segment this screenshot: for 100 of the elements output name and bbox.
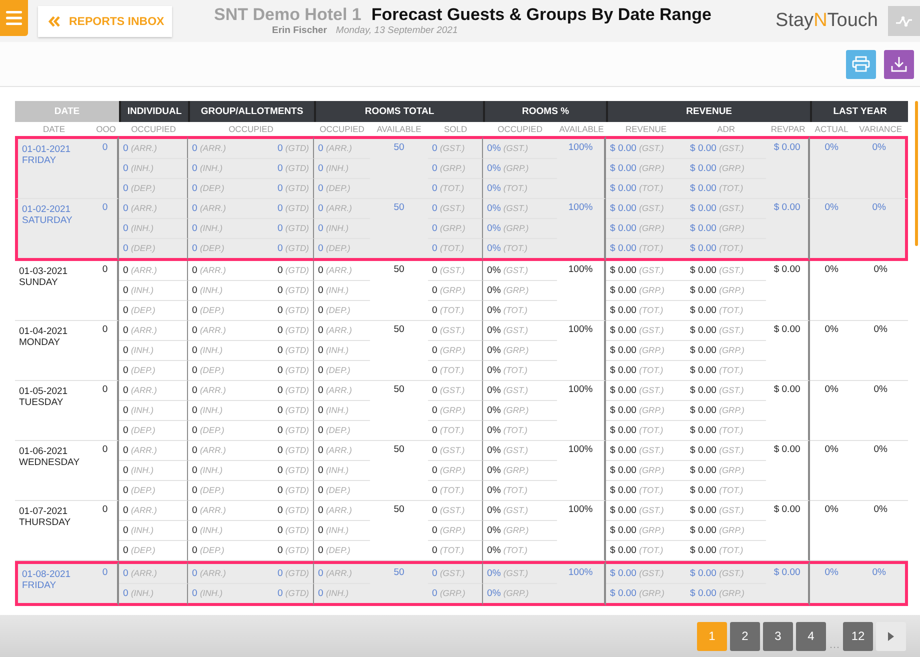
date-link[interactable]: 01-03-2021: [19, 266, 89, 277]
table-cell: 0 (GTD): [251, 461, 314, 481]
table-cell: $ 0.00 (GRP.): [606, 219, 686, 239]
print-button[interactable]: [846, 50, 876, 78]
table-cell: 0 (INH.): [314, 219, 370, 239]
table-cell: 0 (ARR.): [314, 561, 370, 584]
report-title: Forecast Guests & Groups By Date Range: [371, 5, 712, 25]
activity-button[interactable]: [888, 6, 920, 36]
table-cell: $ 0.00: [766, 261, 810, 321]
table-cell: 100%: [557, 441, 606, 501]
table-cell: 100%: [557, 321, 606, 381]
date-link[interactable]: 01-05-2021: [19, 386, 89, 397]
table-cell: 0: [93, 261, 119, 321]
page-button[interactable]: 2: [730, 622, 760, 650]
page-button[interactable]: 4: [796, 622, 826, 650]
table-cell: 50: [370, 561, 428, 606]
table-cell: $ 0.00 (GST.): [606, 199, 686, 219]
column-group-header: LAST YEAR: [810, 101, 908, 122]
table-cell: 0 (TOT.): [428, 239, 484, 261]
caret-icon: [888, 632, 894, 640]
table-cell: 100%: [557, 199, 606, 261]
table-cell: 0: [93, 501, 119, 561]
menu-button[interactable]: [0, 0, 28, 36]
next-page-button[interactable]: [876, 622, 906, 650]
table-cell: 0 (ARR.): [119, 321, 188, 341]
table-cell: 0 (GTD): [251, 481, 314, 501]
date-link[interactable]: 01-02-2021: [22, 204, 89, 215]
table-cell: 0 (GTD): [251, 541, 314, 561]
download-button[interactable]: [884, 50, 914, 78]
table-cell: $ 0.00 (GST.): [686, 561, 766, 584]
table-cell: 0 (TOT.): [428, 421, 484, 441]
table-cell: 0: [93, 441, 119, 501]
table-cell: $ 0.00 (GST.): [606, 136, 686, 159]
table-cell: 0 (ARR.): [119, 199, 188, 219]
table-cell: 0 (ARR.): [119, 381, 188, 401]
table-cell: 0 (INH.): [188, 159, 251, 179]
table-cell: 100%: [557, 561, 606, 606]
table-cell: 0 (INH.): [314, 159, 370, 179]
table-cell: 0 (GTD): [251, 501, 314, 521]
page-button[interactable]: 12: [843, 622, 873, 650]
table-cell: 0 (GTD): [251, 401, 314, 421]
table-cell: $ 0.00 (TOT.): [606, 179, 686, 199]
table-cell: 0 (GTD): [251, 321, 314, 341]
table-cell: 0 (DEP.): [188, 179, 251, 199]
table-cell: 0 (ARR.): [119, 261, 188, 281]
table-cell: $ 0.00 (GRP.): [686, 219, 766, 239]
table-cell: 0 (ARR.): [119, 501, 188, 521]
scrollbar[interactable]: [915, 101, 918, 246]
table-cell: 0 (INH.): [119, 401, 188, 421]
table-cell: 0 (DEP.): [119, 421, 188, 441]
table-cell: 0 (GST.): [428, 321, 484, 341]
table-cell: 0 (INH.): [119, 159, 188, 179]
table-cell: 0 (INH.): [119, 461, 188, 481]
table-cell: $ 0.00: [766, 381, 810, 441]
table-cell: 0 (GST.): [428, 199, 484, 219]
table-cell: 0 (DEP.): [119, 301, 188, 321]
hotel-name: SNT Demo Hotel 1: [214, 5, 362, 25]
table-cell: 0% (GRP.): [483, 219, 558, 239]
table-cell: 0 (GST.): [428, 501, 484, 521]
table-cell: 0%: [810, 136, 854, 199]
table-cell: 0 (GRP.): [428, 341, 484, 361]
table-cell: $ 0.00: [766, 561, 810, 606]
table-cell: 100%: [557, 501, 606, 561]
table-cell: 0 (GTD): [251, 261, 314, 281]
table-cell: 0: [93, 199, 119, 261]
date-link[interactable]: 01-06-2021: [19, 446, 89, 457]
table-cell: 0 (GTD): [251, 239, 314, 261]
page-button[interactable]: 3: [763, 622, 793, 650]
download-icon: [891, 56, 907, 72]
table-cell: 0 (INH.): [188, 219, 251, 239]
table-cell: 0: [93, 136, 119, 199]
table-cell: 0 (INH.): [119, 584, 188, 606]
weekday: WEDNESDAY: [19, 457, 81, 468]
date-link[interactable]: 01-04-2021: [19, 326, 89, 337]
table-cell: 0 (INH.): [188, 584, 251, 606]
date-link[interactable]: 01-08-2021: [22, 569, 89, 580]
table-cell: 0 (ARR.): [314, 136, 370, 159]
table-cell: 0 (GTD): [251, 136, 314, 159]
table-cell: $ 0.00 (GRP.): [606, 159, 686, 179]
table-cell: 0 (GST.): [428, 561, 484, 584]
table-cell: 0 (ARR.): [188, 561, 251, 584]
business-date: Monday, 13 September 2021: [336, 25, 458, 36]
column-group-header: GROUP/ALLOTMENTS: [188, 101, 314, 122]
table-cell: 0 (DEP.): [119, 361, 188, 381]
table-cell: 0% (TOT.): [483, 179, 558, 199]
table-cell: 0 (DEP.): [119, 179, 188, 199]
table-cell: $ 0.00 (TOT.): [606, 239, 686, 261]
table-cell: 50: [370, 199, 428, 261]
column-group-header: DATE: [15, 101, 119, 122]
table-cell: 0 (GTD): [251, 219, 314, 239]
logo: StayNTouch: [776, 10, 878, 32]
table-cell: 0 (ARR.): [119, 136, 188, 159]
date-link[interactable]: 01-07-2021: [19, 506, 89, 517]
table-cell: 50: [370, 136, 428, 199]
weekday: TUESDAY: [19, 397, 64, 408]
column-group-header: ROOMS TOTAL: [314, 101, 484, 122]
date-link[interactable]: 01-01-2021: [22, 144, 89, 155]
table-cell: 0 (TOT.): [428, 179, 484, 199]
table-cell: 0 (GRP.): [428, 401, 484, 421]
table-cell: 0 (TOT.): [428, 541, 484, 561]
